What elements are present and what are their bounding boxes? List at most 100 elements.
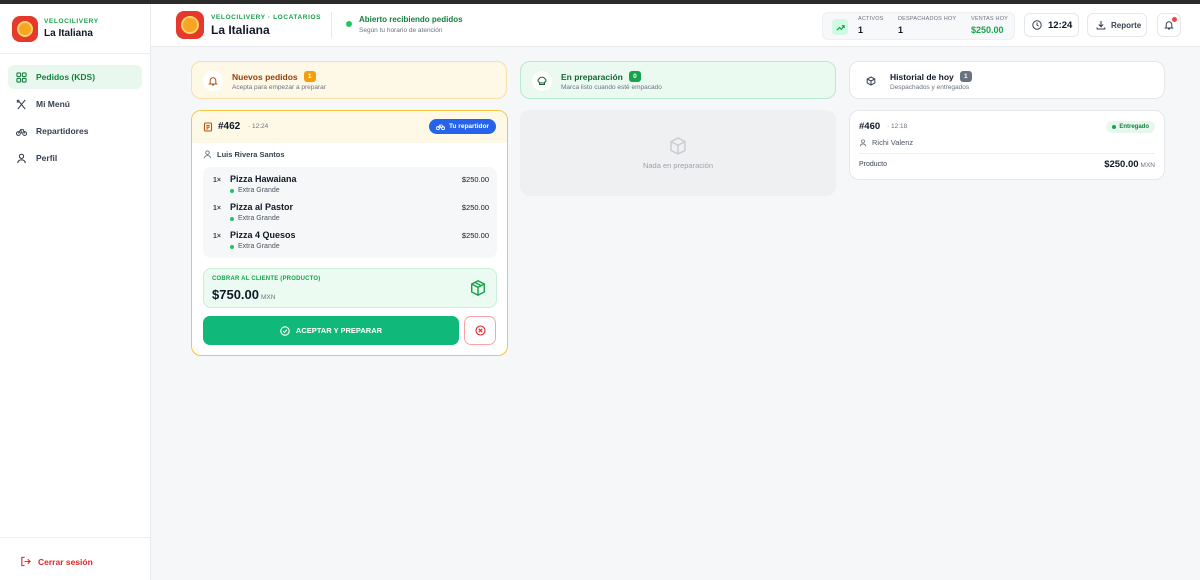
- status-dot-icon: [346, 21, 352, 27]
- status-badge: Entregado: [1106, 121, 1155, 133]
- history-order-number: #460: [859, 121, 881, 132]
- x-circle-icon: [474, 325, 486, 336]
- accept-label: ACEPTAR Y PREPARAR: [295, 326, 383, 335]
- logout-button[interactable]: Cerrar sesión: [20, 556, 93, 567]
- chef-hat-icon: [532, 71, 552, 91]
- rider-badge-label: Tu repartidor: [449, 123, 489, 130]
- notifications-button[interactable]: [1157, 13, 1181, 37]
- sidebar-item-perfil[interactable]: Perfil: [8, 146, 142, 170]
- order-time: · 12:24: [248, 123, 269, 130]
- item-name: Pizza Hawaiana: [230, 174, 297, 184]
- order-card[interactable]: #462 · 12:24 Tu repartidor Luis Rivera S…: [191, 110, 508, 356]
- item-variant-label: Extra Grande: [238, 215, 280, 222]
- divider: [859, 153, 1155, 154]
- item-price: $250.00: [461, 175, 489, 184]
- history-order-card[interactable]: #460 · 12:18 Entregado Richi Valenz Prod…: [849, 110, 1165, 180]
- order-customer: Luis Rivera Santos: [203, 150, 285, 159]
- check-circle-icon: [280, 325, 290, 336]
- column-subtitle: Acepta para empezar a preparar: [232, 84, 326, 91]
- column-title: Nuevos pedidos: [232, 71, 298, 82]
- stat-value: 1: [858, 25, 864, 35]
- order-items: 1× Pizza Hawaiana Extra Grande $250.00 1…: [203, 167, 497, 258]
- history-amount-value: $250.00: [1104, 159, 1139, 170]
- accept-order-button[interactable]: ACEPTAR Y PREPARAR: [203, 316, 459, 345]
- sidebar-item-label: Repartidores: [36, 126, 89, 136]
- clock-display: 12:24: [1024, 13, 1079, 37]
- order-number: #462: [218, 121, 241, 132]
- history-rider: Richi Valenz: [859, 138, 913, 147]
- header-kicker: VELOCILIVERY · LOCATARIOS: [211, 14, 322, 21]
- sidebar-item-label: Mi Menú: [36, 99, 70, 109]
- stat-value: 1: [898, 25, 904, 35]
- notification-dot: [1172, 17, 1177, 22]
- item-variant-label: Extra Grande: [238, 187, 280, 194]
- receipt-icon: [203, 122, 213, 132]
- package-icon: [861, 71, 881, 91]
- user-icon: [203, 150, 212, 159]
- list-item: 1× Pizza Hawaiana Extra Grande $250.00: [203, 167, 497, 194]
- restaurant-logo: [12, 16, 38, 42]
- order-card-header: #462 · 12:24 Tu repartidor: [192, 111, 507, 143]
- bike-icon: [16, 128, 27, 136]
- item-name: Pizza al Pastor: [230, 202, 294, 212]
- stat-activos: ACTIVOS 1: [858, 16, 884, 35]
- history-currency: MXN: [1140, 162, 1155, 169]
- report-button[interactable]: Reporte: [1087, 13, 1147, 37]
- top-header: VELOCILIVERY · LOCATARIOS La Italiana Ab…: [151, 4, 1200, 47]
- package-icon: [670, 137, 686, 155]
- stat-value: $250.00: [971, 25, 1004, 35]
- sidebar-brand: VELOCILIVERY La Italiana: [0, 4, 150, 54]
- stat-label: VENTAS HOY: [971, 16, 1009, 22]
- charge-label: COBRAR AL CLIENTE (PRODUCTO): [212, 276, 321, 282]
- store-status: Abierto recibiendo pedidos: [359, 15, 463, 24]
- column-subtitle: Marca listo cuando esté empacado: [561, 84, 662, 91]
- logout-label: Cerrar sesión: [38, 556, 93, 567]
- column-title: Historial de hoy: [890, 71, 954, 82]
- brand-kicker: VELOCILIVERY: [44, 18, 99, 25]
- count-badge: 1: [959, 71, 972, 82]
- sidebar-item-label: Pedidos (KDS): [36, 72, 96, 82]
- item-quantity: 1×: [213, 177, 221, 184]
- sidebar-item-repartidores[interactable]: Repartidores: [8, 119, 142, 143]
- store-status-sub: Según tu horario de atención: [359, 27, 443, 34]
- clock-time: 12:24: [1048, 19, 1073, 31]
- column-title-wrap: En preparación 0: [561, 71, 641, 82]
- charge-amount: $750.00: [212, 287, 259, 302]
- bike-icon: [436, 124, 446, 131]
- charge-total: $750.00 MXN: [212, 287, 275, 302]
- item-price: $250.00: [461, 231, 489, 240]
- sidebar-item-menu[interactable]: Mi Menú: [8, 92, 142, 116]
- user-icon: [859, 138, 867, 146]
- bell-icon: [203, 71, 223, 91]
- column-header-history: Historial de hoy 1 Despachados y entrega…: [849, 61, 1165, 99]
- charge-currency: MXN: [261, 294, 276, 301]
- status-badge-label: Entregado: [1119, 124, 1149, 130]
- stat-label: ACTIVOS: [858, 16, 884, 22]
- logout-icon: [21, 556, 31, 567]
- column-title-wrap: Nuevos pedidos 1: [232, 71, 316, 82]
- list-item: 1× Pizza 4 Quesos Extra Grande $250.00: [203, 223, 497, 250]
- header-title: La Italiana: [211, 23, 270, 37]
- charge-summary: COBRAR AL CLIENTE (PRODUCTO) $750.00 MXN: [203, 268, 497, 308]
- report-label: Reporte: [1111, 20, 1142, 30]
- stat-despachados: DESPACHADOS HOY 1: [898, 16, 956, 35]
- grid-icon: [16, 71, 27, 83]
- count-badge: 0: [628, 71, 641, 82]
- item-variant: Extra Grande: [230, 187, 280, 194]
- item-name: Pizza 4 Quesos: [230, 230, 296, 240]
- rider-badge: Tu repartidor: [429, 119, 496, 134]
- sidebar-footer: Cerrar sesión: [0, 537, 150, 580]
- empty-state-text: Nada en preparación: [642, 161, 714, 170]
- count-badge: 1: [303, 71, 316, 82]
- empty-state-prep: Nada en preparación: [520, 110, 836, 196]
- item-variant-label: Extra Grande: [238, 243, 280, 250]
- item-quantity: 1×: [213, 205, 221, 212]
- item-variant: Extra Grande: [230, 215, 280, 222]
- stat-ventas: VENTAS HOY $250.00: [971, 16, 1008, 35]
- sidebar-item-pedidos[interactable]: Pedidos (KDS): [8, 65, 142, 89]
- download-icon: [1096, 21, 1106, 30]
- column-header-new: Nuevos pedidos 1 Acepta para empezar a p…: [191, 61, 507, 99]
- column-subtitle: Despachados y entregados: [890, 84, 970, 91]
- reject-order-button[interactable]: [464, 316, 496, 345]
- sidebar-item-label: Perfil: [36, 153, 58, 163]
